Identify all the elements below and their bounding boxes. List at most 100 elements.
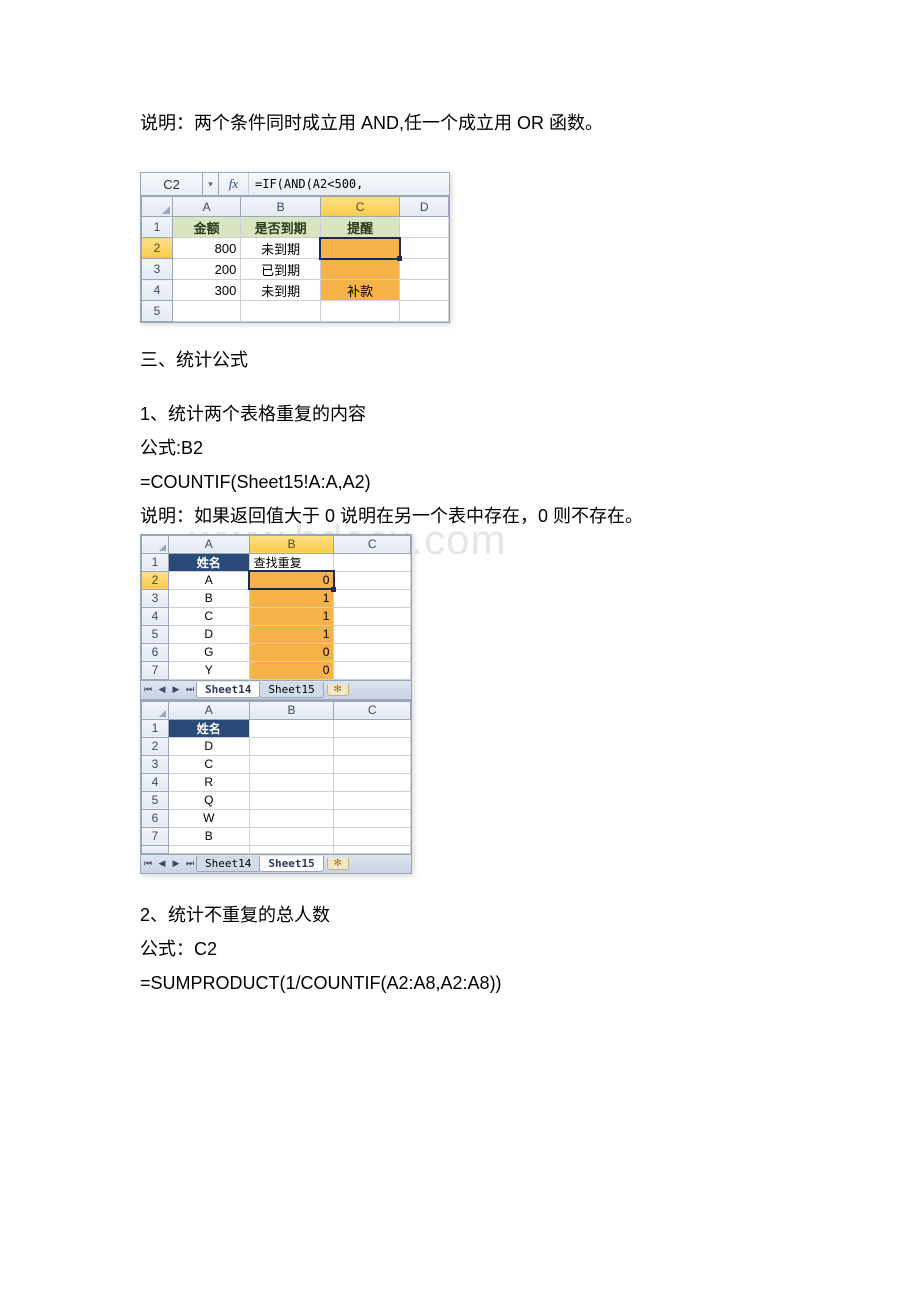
cell[interactable] [334,661,411,679]
col-header-b[interactable]: B [241,197,321,217]
cell[interactable] [334,589,411,607]
cell[interactable]: Y [168,661,249,679]
cell[interactable]: B [168,827,249,845]
cell[interactable]: 是否到期 [241,217,321,238]
cell[interactable] [334,737,411,755]
tab-nav-prev-icon[interactable]: ◀ [155,684,169,695]
sheet-tab-sheet14[interactable]: Sheet14 [196,856,260,872]
row-header[interactable]: 1 [142,553,169,571]
col-header-a[interactable]: A [168,701,249,719]
cell[interactable] [249,845,334,853]
cell[interactable] [249,827,334,845]
selected-cell[interactable]: 0 [249,571,334,589]
col-header-b[interactable]: B [249,535,334,553]
row-header[interactable]: 3 [142,589,169,607]
cell[interactable] [400,217,449,238]
cell[interactable]: 补款 [320,280,400,301]
cell[interactable] [334,845,411,853]
formula-text[interactable]: =IF(AND(A2<500, [249,173,449,195]
select-all-corner[interactable] [142,701,169,719]
cell[interactable]: 0 [249,661,334,679]
cell[interactable] [168,845,249,853]
row-header[interactable]: 2 [142,571,169,589]
tab-nav-last-icon[interactable]: ⏭ [183,858,197,869]
sheet-tab-sheet15[interactable]: Sheet15 [259,856,323,872]
cell[interactable]: 已到期 [241,259,321,280]
cell[interactable] [249,737,334,755]
cell[interactable] [334,571,411,589]
cell[interactable] [334,719,411,737]
row-header[interactable]: 2 [142,737,169,755]
cell[interactable] [320,301,400,322]
insert-function-button[interactable]: fx [219,173,249,195]
row-header[interactable]: 3 [142,259,173,280]
cell[interactable]: 金额 [172,217,240,238]
row-header[interactable] [142,845,169,853]
cell[interactable] [241,301,321,322]
selected-cell[interactable] [320,238,400,259]
cell[interactable]: 200 [172,259,240,280]
cell[interactable] [400,259,449,280]
row-header[interactable]: 6 [142,809,169,827]
sheet-tab-sheet14[interactable]: Sheet14 [196,682,260,698]
cell[interactable] [400,301,449,322]
tab-nav-next-icon[interactable]: ▶ [169,858,183,869]
cell[interactable] [320,259,400,280]
cell[interactable] [334,607,411,625]
cell[interactable] [334,755,411,773]
cell[interactable]: C [168,607,249,625]
cell[interactable] [334,809,411,827]
row-header[interactable]: 4 [142,280,173,301]
cell[interactable]: G [168,643,249,661]
cell[interactable]: 未到期 [241,280,321,301]
cell[interactable] [249,719,334,737]
cell[interactable] [172,301,240,322]
row-header[interactable]: 5 [142,625,169,643]
row-header[interactable]: 1 [142,217,173,238]
row-header[interactable]: 3 [142,755,169,773]
cell[interactable] [249,791,334,809]
cell[interactable] [334,553,411,571]
cell[interactable]: A [168,571,249,589]
cell[interactable] [400,238,449,259]
row-header[interactable]: 6 [142,643,169,661]
row-header[interactable]: 7 [142,827,169,845]
cell[interactable]: 查找重复 [249,553,334,571]
cell[interactable] [334,827,411,845]
row-header[interactable]: 2 [142,238,173,259]
row-header[interactable]: 1 [142,719,169,737]
row-header[interactable]: 7 [142,661,169,679]
col-header-d[interactable]: D [400,197,449,217]
tab-nav-next-icon[interactable]: ▶ [169,684,183,695]
cell[interactable]: R [168,773,249,791]
tab-nav-first-icon[interactable]: ⏮ [141,858,155,869]
insert-sheet-icon[interactable]: ✻ [327,684,349,696]
col-header-c[interactable]: C [334,535,411,553]
tab-nav-last-icon[interactable]: ⏭ [183,684,197,695]
cell[interactable]: 1 [249,607,334,625]
cell[interactable]: D [168,737,249,755]
cell[interactable] [334,791,411,809]
name-box-dropdown-icon[interactable]: ▾ [203,173,219,195]
cell[interactable]: 1 [249,625,334,643]
cell[interactable]: Q [168,791,249,809]
cell[interactable]: B [168,589,249,607]
cell[interactable] [334,625,411,643]
cell[interactable]: 0 [249,643,334,661]
cell[interactable] [334,773,411,791]
cell[interactable]: W [168,809,249,827]
cell[interactable]: 800 [172,238,240,259]
cell[interactable] [334,643,411,661]
row-header[interactable]: 4 [142,607,169,625]
sheet-tab-sheet15[interactable]: Sheet15 [259,682,323,698]
row-header[interactable]: 4 [142,773,169,791]
col-header-c[interactable]: C [320,197,400,217]
select-all-corner[interactable] [142,535,169,553]
col-header-b[interactable]: B [249,701,334,719]
cell[interactable]: 提醒 [320,217,400,238]
cell[interactable]: 姓名 [168,719,249,737]
col-header-a[interactable]: A [168,535,249,553]
cell[interactable] [400,280,449,301]
tab-nav-prev-icon[interactable]: ◀ [155,858,169,869]
select-all-corner[interactable] [142,197,173,217]
